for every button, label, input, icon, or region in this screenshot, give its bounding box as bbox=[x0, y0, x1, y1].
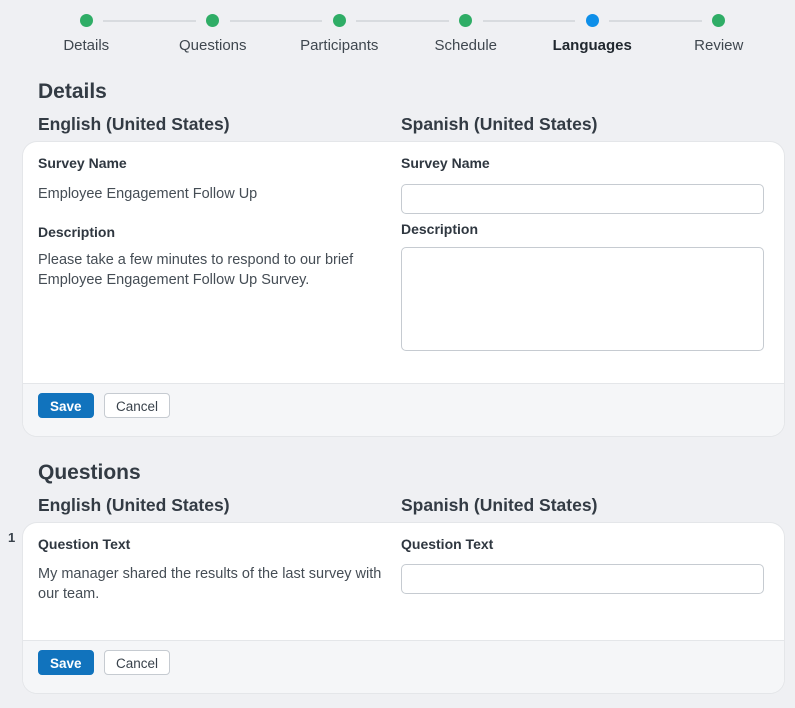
step-label: Schedule bbox=[434, 37, 498, 54]
source-language-header: English (United States) bbox=[38, 114, 230, 134]
step-complete-dot-icon bbox=[206, 14, 220, 27]
step-complete-dot-icon bbox=[459, 14, 473, 27]
step-label: Languages bbox=[552, 37, 632, 54]
question-target-column: Question Text bbox=[401, 537, 764, 604]
questions-section-title: Questions bbox=[38, 461, 141, 484]
language-column-headers: English (United States) Spanish (United … bbox=[38, 114, 764, 135]
details-target-column: Survey Name Description bbox=[401, 156, 764, 351]
question-text-translation-input[interactable] bbox=[401, 564, 764, 594]
survey-name-value: Employee Engagement Follow Up bbox=[38, 186, 258, 202]
questions-section: Questions English (United States) Spanis… bbox=[8, 461, 784, 693]
description-translation-label: Description bbox=[401, 221, 479, 237]
questions-cancel-button[interactable]: Cancel bbox=[103, 650, 171, 675]
details-translation-card: Survey Name Employee Engagement Follow U… bbox=[23, 142, 784, 436]
question-text-label: Question Text bbox=[38, 536, 131, 552]
question-text-value: My manager shared the results of the las… bbox=[38, 566, 382, 602]
step-current-dot-icon bbox=[585, 14, 599, 27]
target-language-header: Spanish (United States) bbox=[401, 495, 598, 515]
details-source-column: Survey Name Employee Engagement Follow U… bbox=[38, 156, 389, 351]
step-label: Questions bbox=[178, 37, 247, 54]
step-label: Details bbox=[63, 37, 110, 54]
details-section-title: Details bbox=[38, 80, 107, 103]
language-column-headers: English (United States) Spanish (United … bbox=[38, 495, 764, 516]
details-section: Details English (United States) Spanish … bbox=[23, 80, 784, 436]
questions-card-footer: Save Cancel bbox=[23, 640, 784, 693]
source-language-header: English (United States) bbox=[38, 495, 230, 515]
question-translation-card: Question Text My manager shared the resu… bbox=[23, 523, 784, 693]
questions-save-button[interactable]: Save bbox=[38, 650, 94, 675]
description-translation-textarea[interactable] bbox=[401, 247, 764, 351]
target-language-header: Spanish (United States) bbox=[401, 114, 598, 134]
question-source-column: Question Text My manager shared the resu… bbox=[38, 537, 389, 604]
details-cancel-button[interactable]: Cancel bbox=[103, 393, 171, 418]
step-complete-dot-icon bbox=[79, 14, 93, 27]
step-label: Participants bbox=[300, 37, 379, 54]
details-card-footer: Save Cancel bbox=[23, 383, 784, 436]
question-row: 1 Question Text My manager shared the re… bbox=[8, 523, 784, 693]
description-label: Description bbox=[38, 224, 116, 240]
description-value: Please take a few minutes to respond to … bbox=[38, 252, 354, 288]
step-complete-dot-icon bbox=[712, 14, 726, 27]
details-save-button[interactable]: Save bbox=[38, 393, 94, 418]
question-number: 1 bbox=[8, 530, 16, 545]
step-complete-dot-icon bbox=[332, 14, 346, 27]
stepper-step-review[interactable]: Review bbox=[609, 14, 783, 55]
wizard-stepper: Details Questions Participants Schedule … bbox=[23, 0, 782, 55]
survey-name-translation-input[interactable] bbox=[401, 184, 764, 214]
survey-name-label: Survey Name bbox=[38, 155, 127, 171]
step-label: Review bbox=[694, 37, 744, 54]
question-text-translation-label: Question Text bbox=[401, 536, 494, 552]
survey-name-translation-label: Survey Name bbox=[401, 155, 490, 171]
